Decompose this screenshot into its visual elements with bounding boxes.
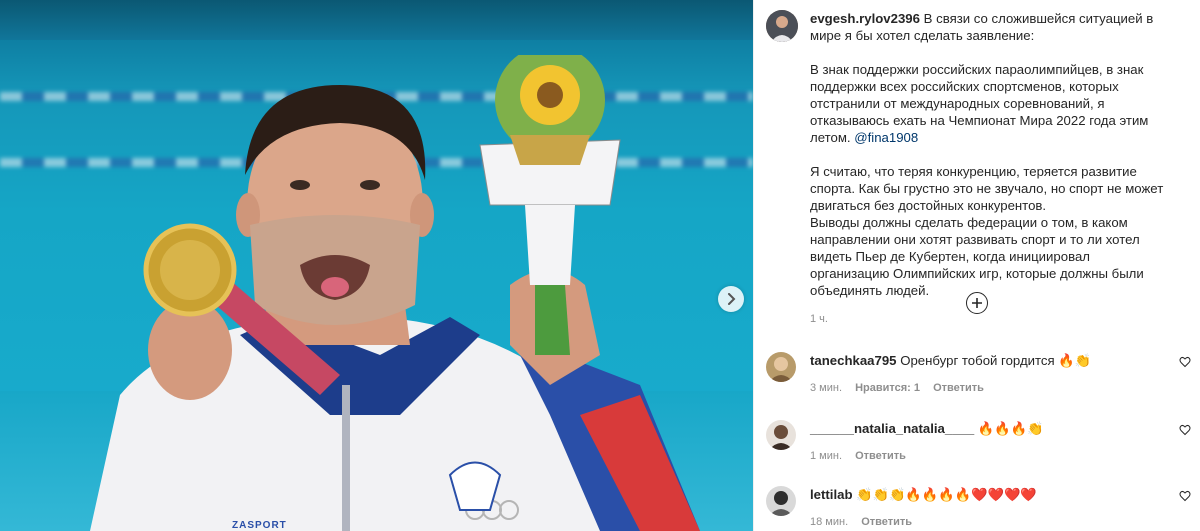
plus-circle-icon xyxy=(972,298,982,308)
heart-icon[interactable] xyxy=(1179,490,1191,502)
post-side-panel: evgesh.rylov2396 В связи со сложившейся … xyxy=(753,0,1200,531)
caption-paragraph-4: Выводы должны сделать федерации о том, в… xyxy=(810,215,1144,298)
comment-username[interactable]: lettilab xyxy=(810,487,853,502)
comment-item: tanechkaa795 Оренбург тобой гордится 🔥👏 … xyxy=(766,352,1191,394)
comment-item: ______natalia_natalia____ 🔥🔥🔥👏 1 мин. От… xyxy=(766,420,1191,462)
athlete-illustration xyxy=(90,55,700,531)
heart-icon[interactable] xyxy=(1179,356,1191,368)
post-viewer: ZASPORT evgesh.rylov2396 В связи со слож… xyxy=(0,0,1200,531)
author-username[interactable]: evgesh.rylov2396 xyxy=(810,11,920,26)
comment-text: Оренбург тобой гордится 🔥👏 xyxy=(900,353,1092,368)
commenter-avatar[interactable] xyxy=(766,486,796,516)
comment-text-line: lettilab 👏👏👏🔥🔥🔥🔥❤️❤️❤️❤️ xyxy=(810,486,1191,503)
comment-meta: 1 мин. Ответить xyxy=(810,450,1191,462)
comment-text: 👏👏👏🔥🔥🔥🔥❤️❤️❤️❤️ xyxy=(856,487,1037,502)
comment-text-line: ______natalia_natalia____ 🔥🔥🔥👏 xyxy=(810,420,1191,437)
comment-username[interactable]: tanechkaa795 xyxy=(810,353,897,368)
commenter-avatar[interactable] xyxy=(766,352,796,382)
comment-text: 🔥🔥🔥👏 xyxy=(977,421,1044,436)
comment-meta: 3 мин. Нравится: 1 Ответить xyxy=(810,382,1191,394)
caption-paragraph-3: Я считаю, что теряя конкуренцию, теряетс… xyxy=(810,164,1164,213)
comment-time: 1 мин. xyxy=(810,450,843,462)
comment-meta: 18 мин. Ответить xyxy=(810,516,1191,528)
post-photo[interactable]: ZASPORT xyxy=(0,0,753,531)
chevron-right-icon xyxy=(728,293,736,305)
author-avatar[interactable] xyxy=(766,10,798,42)
comment-likes[interactable]: Нравится: 1 xyxy=(855,382,920,394)
next-image-button[interactable] xyxy=(718,286,744,312)
comment-username[interactable]: ______natalia_natalia____ xyxy=(810,421,974,436)
reply-button[interactable]: Ответить xyxy=(855,450,906,462)
comment-text-line: tanechkaa795 Оренбург тобой гордится 🔥👏 xyxy=(810,352,1191,369)
heart-icon[interactable] xyxy=(1179,424,1191,436)
reply-button[interactable]: Ответить xyxy=(933,382,984,394)
reply-button[interactable]: Ответить xyxy=(861,516,912,528)
post-time: 1 ч. xyxy=(810,313,828,325)
pool-background xyxy=(0,0,753,40)
mention-link[interactable]: @fina1908 xyxy=(854,130,918,145)
comment-item: lettilab 👏👏👏🔥🔥🔥🔥❤️❤️❤️❤️ 18 мин. Ответит… xyxy=(766,486,1191,528)
commenter-avatar[interactable] xyxy=(766,420,796,450)
caption-text: evgesh.rylov2396 В связи со сложившейся … xyxy=(810,10,1166,299)
comment-time: 18 мин. xyxy=(810,516,849,528)
comment-time: 3 мин. xyxy=(810,382,843,394)
jacket-brand-text: ZASPORT xyxy=(232,520,287,531)
load-more-comments-button[interactable] xyxy=(966,292,988,314)
post-caption: evgesh.rylov2396 В связи со сложившейся … xyxy=(766,10,1166,325)
